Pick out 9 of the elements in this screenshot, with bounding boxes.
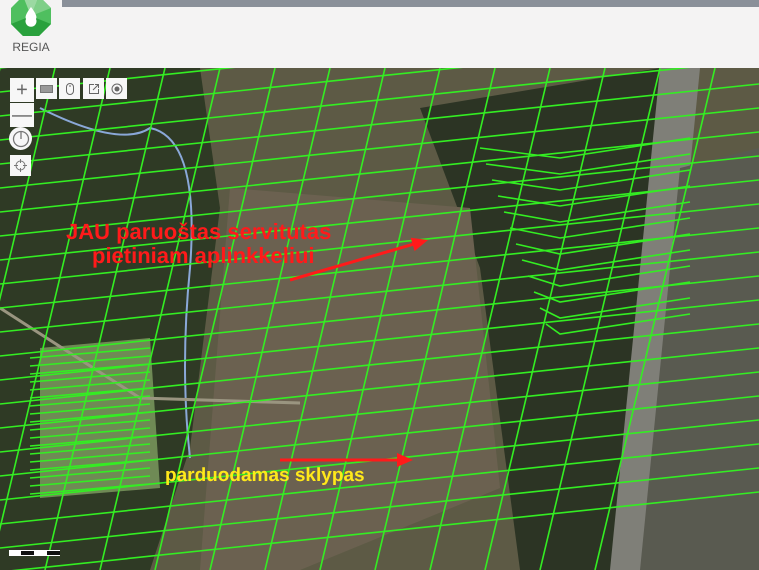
logo-text: REGIA bbox=[12, 40, 50, 54]
zoom-in-button[interactable]: + bbox=[10, 78, 34, 102]
mouse-icon[interactable] bbox=[59, 78, 80, 99]
target-icon[interactable] bbox=[106, 78, 127, 99]
keyboard-icon[interactable] bbox=[36, 78, 57, 99]
locate-icon[interactable] bbox=[10, 155, 31, 176]
scale-bar-icon bbox=[9, 550, 60, 556]
share-icon[interactable] bbox=[83, 78, 104, 99]
zoom-out-button[interactable]: — bbox=[10, 103, 34, 127]
